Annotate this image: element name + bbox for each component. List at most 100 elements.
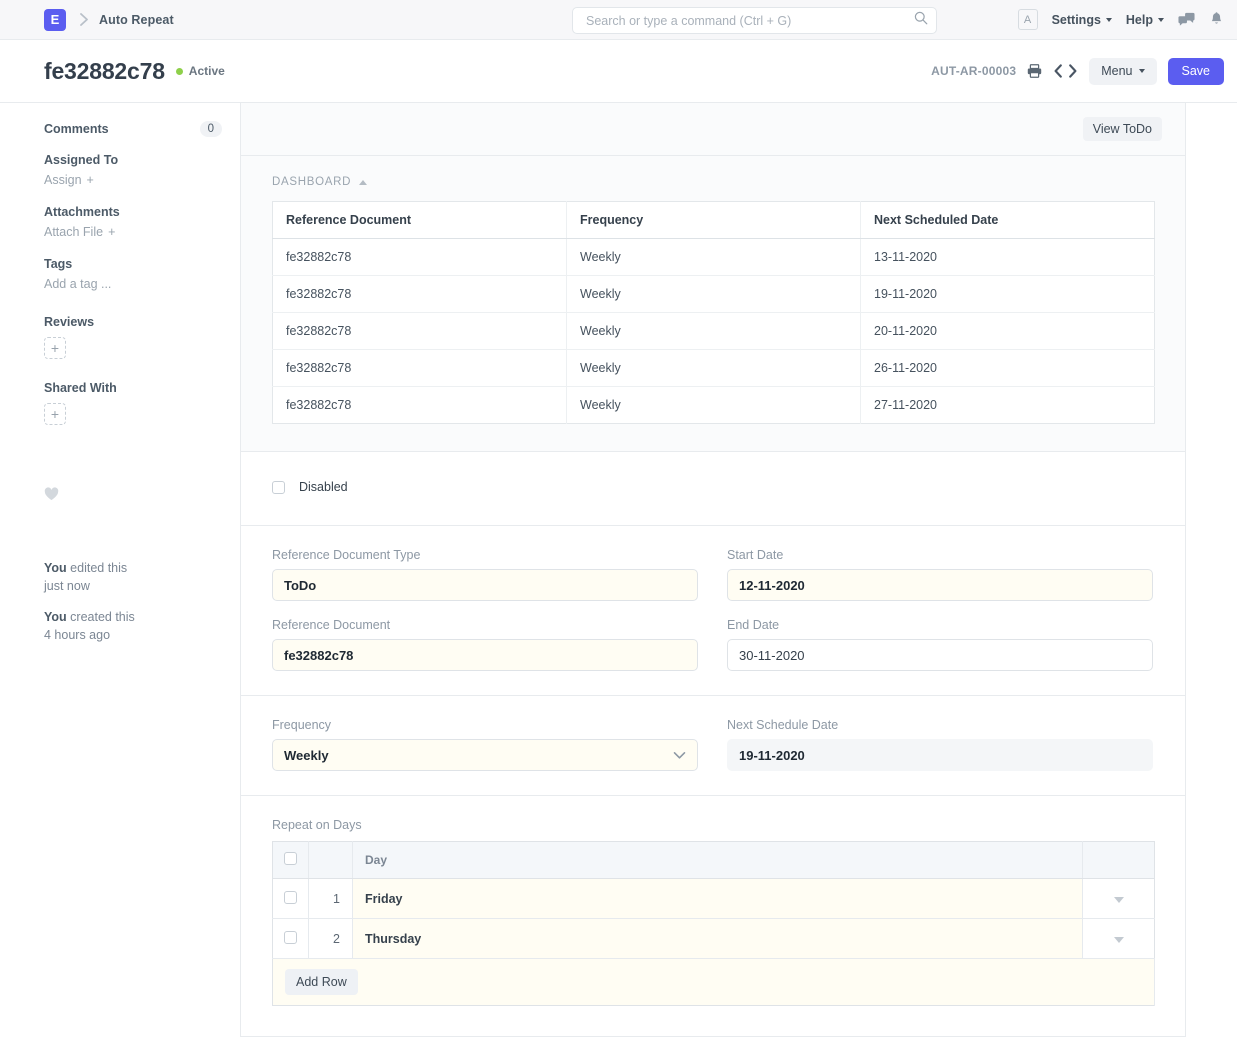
navbar-right: A Settings Help bbox=[1017, 9, 1224, 30]
menu-button[interactable]: Menu bbox=[1089, 57, 1157, 85]
shared-with-label: Shared With bbox=[44, 381, 117, 395]
save-button[interactable]: Save bbox=[1167, 57, 1224, 85]
chevron-down-icon bbox=[673, 751, 686, 760]
start-date-input[interactable]: 12-11-2020 bbox=[727, 569, 1153, 601]
chevron-down-icon[interactable] bbox=[1113, 936, 1124, 943]
main-content: View ToDo DASHBOARD Reference Document F… bbox=[241, 103, 1186, 1037]
activity-action: edited this bbox=[66, 561, 128, 575]
status-badge: Active bbox=[175, 64, 225, 78]
cell-next-scheduled-date: 20-11-2020 bbox=[860, 312, 1155, 350]
grid-row[interactable]: 1 Friday bbox=[272, 878, 1155, 919]
field-reference-document: Reference Document fe32882c78 bbox=[272, 618, 698, 671]
attach-file-label: Attach File bbox=[44, 225, 104, 239]
table-row[interactable]: fe32882c78 Weekly 26-11-2020 bbox=[272, 349, 1155, 387]
chat-icon[interactable] bbox=[1178, 12, 1195, 28]
row-index: 2 bbox=[308, 918, 353, 959]
column-header-reference-document: Reference Document bbox=[272, 201, 567, 239]
search-input[interactable] bbox=[584, 12, 914, 29]
activity-action: created this bbox=[66, 610, 135, 625]
reviews-label: Reviews bbox=[44, 315, 95, 329]
add-row-cell: Add Row bbox=[272, 958, 1155, 1006]
form-section-reference: Reference Document Type ToDo Reference D… bbox=[241, 526, 1185, 696]
table-row[interactable]: fe32882c78 Weekly 27-11-2020 bbox=[272, 386, 1155, 424]
form-column-left: Frequency Weekly bbox=[272, 718, 727, 771]
like-heart-icon[interactable] bbox=[44, 487, 222, 505]
global-search[interactable] bbox=[572, 7, 937, 34]
reference-document-type-input[interactable]: ToDo bbox=[272, 569, 698, 601]
chevron-up-icon[interactable] bbox=[359, 179, 368, 185]
next-record-icon[interactable] bbox=[1067, 64, 1078, 78]
row-select-cell bbox=[272, 918, 309, 959]
table-row[interactable]: fe32882c78 Weekly 19-11-2020 bbox=[272, 275, 1155, 313]
activity-entry: You created this 4 hours ago bbox=[44, 608, 222, 644]
frequency-select[interactable]: Weekly bbox=[272, 739, 698, 771]
next-schedule-date-label: Next Schedule Date bbox=[727, 718, 839, 732]
search-icon[interactable] bbox=[914, 11, 928, 30]
prev-record-icon[interactable] bbox=[1053, 64, 1064, 78]
print-icon[interactable] bbox=[1027, 64, 1042, 78]
table-row[interactable]: fe32882c78 Weekly 13-11-2020 bbox=[272, 238, 1155, 276]
chevron-down-icon bbox=[1158, 17, 1164, 22]
end-date-input[interactable]: 30-11-2020 bbox=[727, 639, 1153, 671]
field-reference-document-type: Reference Document Type ToDo bbox=[272, 548, 698, 601]
help-menu[interactable]: Help bbox=[1126, 13, 1164, 27]
document-id: AUT-AR-00003 bbox=[931, 64, 1017, 78]
table-header-row: Reference Document Frequency Next Schedu… bbox=[272, 201, 1155, 239]
cell-next-scheduled-date: 19-11-2020 bbox=[860, 275, 1155, 313]
row-checkbox[interactable] bbox=[284, 930, 297, 944]
assign-button[interactable]: Assign + bbox=[44, 173, 94, 187]
reference-document-input[interactable]: fe32882c78 bbox=[272, 639, 698, 671]
cell-day[interactable]: Friday bbox=[352, 878, 1083, 919]
column-header-day: Day bbox=[352, 841, 1083, 879]
reference-document-label: Reference Document bbox=[272, 618, 391, 632]
cell-reference-document: fe32882c78 bbox=[272, 386, 567, 424]
add-tag-input[interactable]: Add a tag ... bbox=[44, 277, 111, 291]
disabled-checkbox[interactable] bbox=[272, 480, 285, 494]
top-navbar: E Auto Repeat A Settings Help bbox=[0, 0, 1237, 40]
row-index: 1 bbox=[308, 878, 353, 919]
repeat-on-days-section: Repeat on Days Day 1 Friday 2 Thursday A… bbox=[241, 796, 1185, 1037]
plus-icon: + bbox=[86, 173, 94, 187]
app-logo[interactable]: E bbox=[44, 8, 66, 31]
dashboard-section: DASHBOARD Reference Document Frequency N… bbox=[241, 156, 1185, 452]
status-dot-icon bbox=[175, 67, 183, 75]
dashboard-section-header[interactable]: DASHBOARD bbox=[272, 176, 1154, 188]
disabled-section: Disabled bbox=[241, 452, 1185, 526]
assign-label: Assign bbox=[44, 173, 82, 187]
attach-file-button[interactable]: Attach File + bbox=[44, 225, 115, 239]
field-end-date: End Date 30-11-2020 bbox=[727, 618, 1153, 671]
activity-time: just now bbox=[44, 579, 90, 594]
field-next-schedule-date: Next Schedule Date 19-11-2020 bbox=[727, 718, 1153, 771]
settings-menu[interactable]: Settings bbox=[1052, 13, 1112, 27]
grid-row[interactable]: 2 Thursday bbox=[272, 918, 1155, 959]
sidebar: Comments 0 Assigned To Assign + Attachme… bbox=[0, 103, 241, 1037]
page-header: fe32882c78 Active AUT-AR-00003 Menu Save bbox=[0, 40, 1237, 103]
menu-label: Menu bbox=[1101, 63, 1133, 78]
status-label: Active bbox=[188, 64, 225, 78]
field-start-date: Start Date 12-11-2020 bbox=[727, 548, 1153, 601]
row-checkbox[interactable] bbox=[284, 890, 297, 904]
page-title: fe32882c78 bbox=[44, 57, 165, 84]
help-label: Help bbox=[1125, 12, 1153, 27]
avatar[interactable]: A bbox=[1017, 9, 1038, 30]
activity-entry: You edited this just now bbox=[44, 559, 222, 595]
add-row-button[interactable]: Add Row bbox=[285, 969, 358, 995]
chevron-down-icon[interactable] bbox=[1113, 896, 1124, 903]
cell-next-scheduled-date: 13-11-2020 bbox=[860, 238, 1155, 276]
view-todo-button[interactable]: View ToDo bbox=[1082, 117, 1162, 141]
cell-day[interactable]: Thursday bbox=[352, 918, 1083, 959]
bell-icon[interactable] bbox=[1209, 11, 1224, 28]
column-header-frequency: Frequency bbox=[566, 201, 861, 239]
select-all-checkbox[interactable] bbox=[284, 852, 297, 865]
breadcrumb-auto-repeat[interactable]: Auto Repeat bbox=[99, 13, 174, 27]
add-review-button[interactable]: + bbox=[44, 337, 66, 359]
start-date-label: Start Date bbox=[727, 548, 784, 562]
breadcrumb-separator-icon bbox=[80, 13, 89, 26]
activity-actor: You bbox=[44, 561, 67, 575]
dashboard-section-label: DASHBOARD bbox=[272, 176, 352, 188]
index-header bbox=[308, 841, 353, 879]
table-row[interactable]: fe32882c78 Weekly 20-11-2020 bbox=[272, 312, 1155, 350]
add-share-button[interactable]: + bbox=[44, 403, 66, 425]
sidebar-section-reviews: Reviews + bbox=[44, 315, 222, 359]
attachments-label: Attachments bbox=[44, 205, 120, 219]
